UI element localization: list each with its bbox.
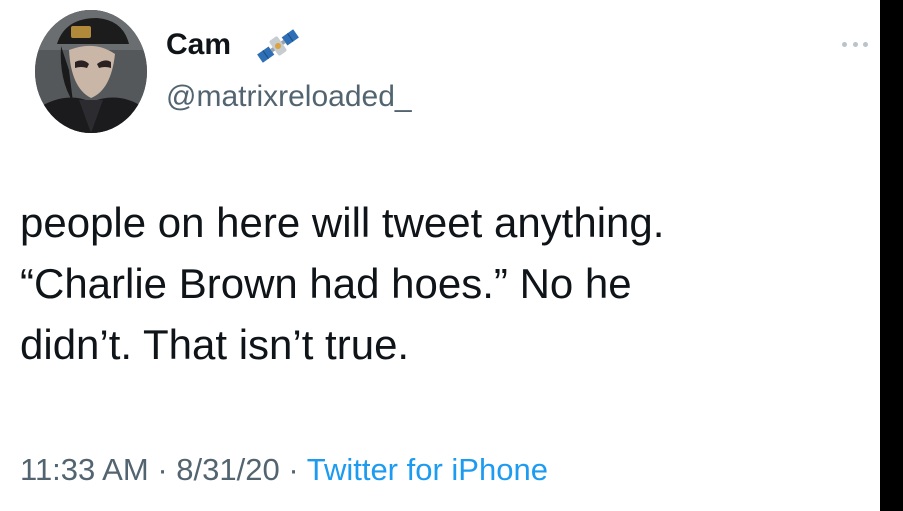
avatar-photo [35, 10, 147, 133]
more-dot [852, 41, 858, 47]
display-name[interactable]: Cam [166, 28, 231, 62]
more-dot [863, 41, 868, 47]
tweet-date[interactable]: 8/31/20 [176, 452, 279, 487]
more-dots-icon[interactable] [842, 40, 868, 48]
tweet-text: people on here will tweet anything. “Cha… [20, 199, 665, 368]
tweet-card: Cam @matrixreloaded_ people on here will… [0, 0, 880, 511]
meta-separator: · [157, 452, 168, 487]
meta-separator: · [288, 452, 299, 487]
satellite-emoji-icon [257, 29, 299, 63]
avatar[interactable] [35, 10, 147, 133]
more-dot [842, 41, 847, 47]
tweet-source-link[interactable]: Twitter for iPhone [307, 452, 548, 487]
tweet-meta: 11:33 AM · 8/31/20 · Twitter for iPhone [20, 450, 548, 490]
tweet-time[interactable]: 11:33 AM [20, 452, 149, 487]
user-handle[interactable]: @matrixreloaded_ [166, 80, 412, 114]
